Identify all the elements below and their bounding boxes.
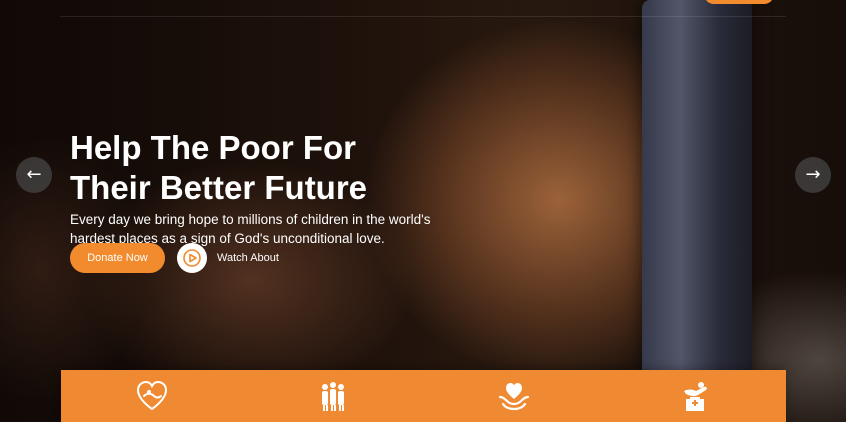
feature-bar [61,370,786,422]
donate-now-label: Donate Now [87,252,148,264]
play-icon[interactable] [177,243,207,273]
slider-prev-button[interactable]: ← [16,157,52,193]
donate-now-button[interactable]: Donate Now [70,243,165,273]
hero-title: Help The Poor For Their Better Future [70,128,530,208]
top-cta-button[interactable] [704,0,774,4]
slider-next-button[interactable]: → [795,157,831,193]
watch-about-label[interactable]: Watch About [217,252,279,264]
hero-title-line-2: Their Better Future [70,169,368,207]
group-people-icon[interactable] [315,378,351,414]
watch-about-button[interactable]: Watch About [177,242,279,274]
top-divider [60,16,786,17]
hero-title-line-1: Help The Poor For [70,129,357,167]
donation-box-icon[interactable] [677,378,713,414]
arrow-right-icon: → [805,164,821,185]
heart-hands-icon[interactable] [134,378,170,414]
arrow-left-icon: ← [26,164,42,185]
heart-in-hands-icon[interactable] [496,378,532,414]
